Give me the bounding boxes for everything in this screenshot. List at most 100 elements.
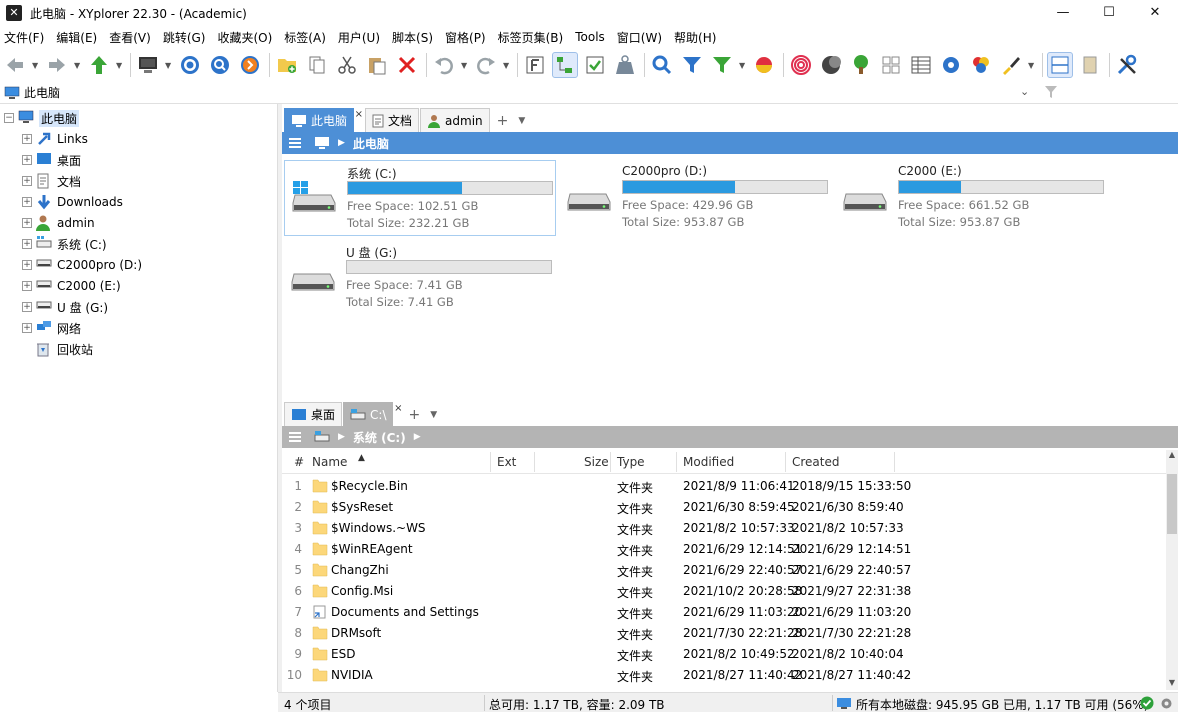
address-dropdown-icon[interactable]: ⌄: [1020, 85, 1029, 98]
filter-button[interactable]: [679, 52, 705, 78]
brush-button[interactable]: [998, 52, 1024, 78]
brush-dropdown-icon[interactable]: ▼: [1028, 61, 1036, 70]
expand-icon[interactable]: +: [22, 239, 32, 249]
scroll-down-icon[interactable]: ▼: [1166, 678, 1178, 690]
details-button[interactable]: [908, 52, 934, 78]
back-dropdown-icon[interactable]: ▼: [32, 61, 40, 70]
table-row[interactable]: 7 Documents and Settings 文件夹 2021/6/29 11:0…: [282, 602, 1166, 623]
delete-button[interactable]: [394, 52, 420, 78]
color-button[interactable]: [968, 52, 994, 78]
menu-window[interactable]: 窗口(W): [617, 29, 668, 46]
tree-item[interactable]: + admin: [22, 213, 95, 233]
menu-favorites[interactable]: 收藏夹(O): [217, 29, 278, 46]
hamburger-menu-icon[interactable]: [288, 431, 302, 443]
menu-file[interactable]: 文件(F): [4, 29, 50, 46]
go-button[interactable]: [237, 52, 263, 78]
tools-button[interactable]: [1114, 52, 1140, 78]
breadcrumb-item[interactable]: 系统 (C:): [353, 429, 406, 446]
folder-tree[interactable]: − 此电脑 + Links + 桌面 + 文档 + Downloads + admin + 系统 (C:)…: [0, 104, 278, 712]
dark-mode-button[interactable]: [818, 52, 844, 78]
copy-button[interactable]: [304, 52, 330, 78]
menu-panes[interactable]: 窗格(P): [445, 29, 492, 46]
tab-documents[interactable]: 文档: [365, 108, 420, 132]
menu-edit[interactable]: 编辑(E): [56, 29, 103, 46]
expand-icon[interactable]: +: [22, 302, 32, 312]
drive-tile[interactable]: U 盘 (G:) Free Space: 7.41 GB Total Size:…: [284, 240, 556, 316]
paste-button[interactable]: [364, 52, 390, 78]
undo-button[interactable]: [431, 52, 457, 78]
search-button[interactable]: [649, 52, 675, 78]
menu-tools[interactable]: Tools: [575, 30, 611, 44]
tree-item[interactable]: 回收站: [22, 339, 93, 359]
tree-item[interactable]: + 文档: [22, 171, 81, 191]
tab-close-icon[interactable]: ×: [355, 109, 363, 120]
column-header-name[interactable]: Name: [312, 455, 347, 469]
tree-item[interactable]: + Downloads: [22, 192, 123, 212]
back-button[interactable]: [2, 52, 28, 78]
checkbox-button[interactable]: [582, 52, 608, 78]
menu-scripting[interactable]: 脚本(S): [392, 29, 439, 46]
table-row[interactable]: 3 $Windows.~WS 文件夹 2021/8/2 10:57:33 2021/8/…: [282, 518, 1166, 539]
settings-gear-icon[interactable]: [1160, 697, 1173, 710]
tab-this-pc[interactable]: 此电脑 ×: [284, 108, 363, 132]
tree-item[interactable]: − 此电脑: [4, 108, 80, 128]
undo-dropdown-icon[interactable]: ▼: [461, 61, 469, 70]
expand-icon[interactable]: +: [22, 155, 32, 165]
redo-dropdown-icon[interactable]: ▼: [503, 61, 511, 70]
new-tab-button[interactable]: +: [497, 113, 509, 129]
breadcrumb-item[interactable]: 此电脑: [353, 135, 389, 152]
hotlist-button[interactable]: [177, 52, 203, 78]
menu-tabsets[interactable]: 标签页集(B): [498, 29, 570, 46]
expand-icon[interactable]: +: [22, 134, 32, 144]
expand-icon[interactable]: +: [22, 260, 32, 270]
forward-button[interactable]: [44, 52, 70, 78]
preview-pane-button[interactable]: [1077, 52, 1103, 78]
table-row[interactable]: 6 Config.Msi 文件夹 2021/10/2 20:28:58 2021/9/2…: [282, 581, 1166, 602]
menu-user[interactable]: 用户(U): [338, 29, 386, 46]
expand-icon[interactable]: +: [22, 197, 32, 207]
tab-admin[interactable]: admin: [420, 108, 490, 132]
expand-icon[interactable]: +: [22, 281, 32, 291]
table-row[interactable]: 9 ESD 文件夹 2021/8/2 10:49:52 2021/8/2 10:40:0…: [282, 644, 1166, 665]
drive-tile[interactable]: 系统 (C:) Free Space: 102.51 GB Total Size…: [284, 160, 556, 236]
redo-button[interactable]: [473, 52, 499, 78]
tree-item[interactable]: + 系统 (C:): [22, 234, 107, 254]
breadcrumb-separator-icon[interactable]: ▶: [414, 432, 421, 442]
address-bar[interactable]: 此电脑 ⌄: [0, 82, 1178, 104]
expand-icon[interactable]: +: [22, 218, 32, 228]
tree-item[interactable]: + Links: [22, 129, 88, 149]
table-row[interactable]: 4 $WinREAgent 文件夹 2021/6/29 12:14:51 2021/6/…: [282, 539, 1166, 560]
filter-dropdown-icon[interactable]: ▼: [739, 61, 747, 70]
menu-view[interactable]: 查看(V): [109, 29, 157, 46]
new-tab-button[interactable]: +: [408, 407, 420, 423]
color-filter-button[interactable]: [751, 52, 777, 78]
scrollbar-thumb[interactable]: [1167, 474, 1177, 534]
table-row[interactable]: 5 ChangZhi 文件夹 2021/6/29 22:40:57 2021/6/29 …: [282, 560, 1166, 581]
menu-help[interactable]: 帮助(H): [674, 29, 722, 46]
scroll-up-icon[interactable]: ▲: [1166, 450, 1178, 462]
table-row[interactable]: 10 NVIDIA 文件夹 2021/8/27 11:40:42 2021/8/27 1…: [282, 665, 1166, 686]
vertical-scrollbar[interactable]: ▲ ▼: [1166, 450, 1178, 690]
expand-icon[interactable]: +: [22, 323, 32, 333]
column-header-size[interactable]: Size: [584, 455, 609, 469]
minimize-button[interactable]: —: [1040, 0, 1086, 26]
tree-item[interactable]: + U 盘 (G:): [22, 297, 108, 317]
column-header-modified[interactable]: Modified: [683, 455, 734, 469]
address-text[interactable]: 此电脑: [24, 84, 60, 101]
tab-close-icon[interactable]: ×: [394, 403, 402, 414]
tab-list-dropdown-icon[interactable]: ▼: [518, 116, 525, 126]
collapse-icon[interactable]: −: [4, 113, 14, 123]
filter-funnel-icon[interactable]: [1044, 85, 1058, 99]
tree-item[interactable]: + 桌面: [22, 150, 81, 170]
table-row[interactable]: 8 DRMsoft 文件夹 2021/7/30 22:21:28 2021/7/30 2…: [282, 623, 1166, 644]
close-button[interactable]: ✕: [1132, 0, 1178, 26]
breadcrumb-separator-icon[interactable]: ▶: [338, 432, 345, 442]
menu-go[interactable]: 跳转(G): [163, 29, 212, 46]
column-header-type[interactable]: Type: [617, 455, 645, 469]
column-header-created[interactable]: Created: [792, 455, 840, 469]
maximize-button[interactable]: ☐: [1086, 0, 1132, 26]
drive-tile[interactable]: C2000 (E:) Free Space: 661.52 GB Total S…: [836, 160, 1108, 236]
tree-item[interactable]: + 网络: [22, 318, 81, 338]
tab-c-drive[interactable]: C:\ ×: [343, 402, 402, 426]
tree-item[interactable]: + C2000pro (D:): [22, 255, 142, 275]
